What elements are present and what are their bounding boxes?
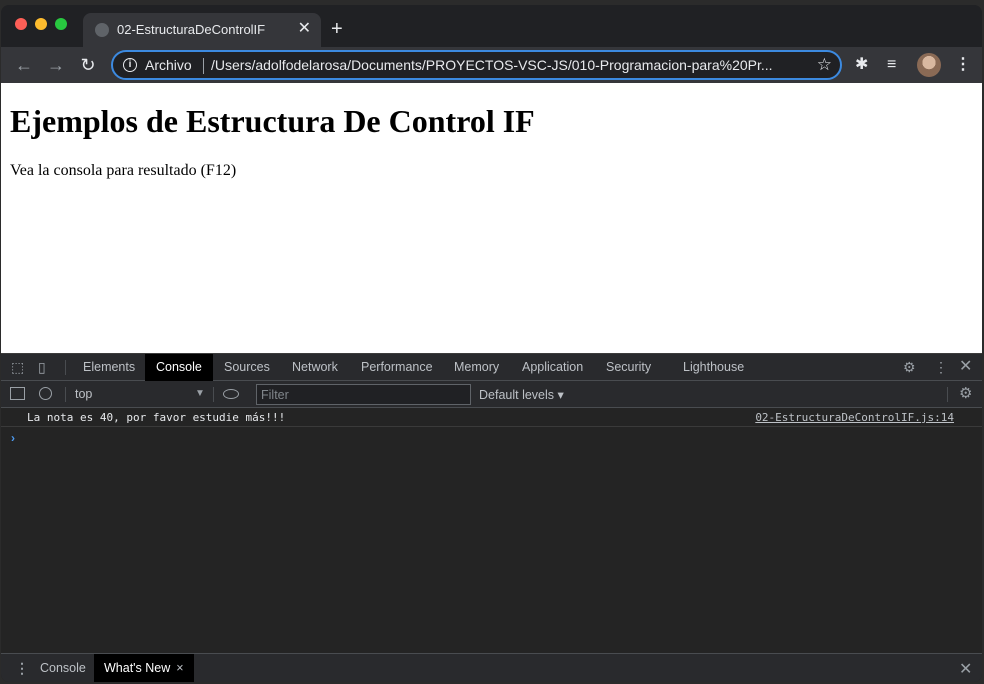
back-arrow-icon[interactable]: ← — [13, 54, 35, 76]
device-toolbar-icon[interactable]: ▯ — [38, 359, 46, 375]
more-options-icon[interactable]: ⋮ — [934, 359, 948, 375]
browser-toolbar: ← → ↻ i Archivo /Users/adolfodelarosa/Do… — [1, 47, 982, 83]
tab-elements[interactable]: Elements — [72, 354, 146, 381]
forward-arrow-icon[interactable]: → — [45, 54, 67, 76]
filter-input[interactable] — [256, 384, 471, 405]
devtools-tab-bar: ⬚ ▯ Elements Console Sources Network Per… — [1, 354, 982, 381]
toolbar-divider — [947, 387, 948, 402]
drawer-tab-console[interactable]: Console — [30, 654, 96, 682]
bookmark-star-icon[interactable]: ☆ — [817, 55, 832, 75]
page-heading: Ejemplos de Estructura De Control IF — [10, 103, 535, 139]
page-paragraph: Vea la consola para resultado (F12) — [10, 162, 237, 179]
log-source-link[interactable]: 02-EstructuraDeControlIF.js:14 — [755, 411, 954, 424]
tab-close-icon[interactable]: ✕ — [298, 19, 311, 39]
console-toolbar: top ▼ Default levels ▾ ⚙ — [1, 381, 982, 408]
address-bar[interactable]: i Archivo /Users/adolfodelarosa/Document… — [111, 50, 842, 80]
tab-lighthouse[interactable]: Lighthouse — [672, 354, 755, 381]
new-tab-icon[interactable]: + — [331, 19, 343, 39]
drawer-menu-icon[interactable]: ⋮ — [15, 660, 29, 677]
toolbar-divider — [213, 387, 214, 402]
console-prompt-icon[interactable]: › — [11, 431, 15, 445]
toolbar-divider — [65, 360, 66, 375]
drawer-tab-whats-new[interactable]: What's New × — [94, 654, 194, 682]
profile-avatar[interactable] — [917, 53, 941, 77]
tab-console[interactable]: Console — [145, 354, 213, 381]
info-icon[interactable]: i — [123, 58, 137, 72]
log-message: La nota es 40, por favor estudie más!!! — [27, 411, 286, 424]
window-maximize-button[interactable] — [55, 18, 67, 30]
window-minimize-button[interactable] — [35, 18, 47, 30]
browser-menu-icon[interactable]: ⋮ — [955, 55, 971, 75]
url-text[interactable]: /Users/adolfodelarosa/Documents/PROYECTO… — [211, 57, 803, 73]
drawer-tab-bar: ⋮ Console What's New × ✕ — [1, 653, 982, 682]
media-control-icon[interactable]: ≡ — [887, 55, 896, 75]
browser-tab[interactable]: 02-EstructuraDeControlIF ✕ — [83, 13, 321, 47]
clear-console-icon[interactable] — [39, 387, 52, 400]
sidebar-toggle-icon[interactable] — [10, 387, 25, 400]
close-devtools-icon[interactable]: ✕ — [959, 359, 972, 375]
tab-network[interactable]: Network — [281, 354, 349, 381]
live-expression-eye-icon[interactable] — [223, 389, 239, 399]
tab-application[interactable]: Application — [511, 354, 594, 381]
toolbar-divider — [65, 387, 66, 402]
extensions-icon[interactable]: ✱ — [855, 55, 868, 75]
console-settings-gear-icon[interactable]: ⚙ — [959, 386, 972, 401]
context-selector[interactable]: top — [75, 387, 92, 401]
inspect-element-icon[interactable]: ⬚ — [11, 359, 24, 375]
reload-icon[interactable]: ↻ — [77, 54, 99, 76]
close-drawer-icon[interactable]: ✕ — [959, 659, 972, 679]
gear-icon[interactable]: ⚙ — [903, 359, 916, 375]
log-levels-dropdown[interactable]: Default levels ▾ — [479, 387, 564, 402]
console-log-row: La nota es 40, por favor estudie más!!! … — [1, 408, 982, 427]
window-close-button[interactable] — [15, 18, 27, 30]
tab-memory[interactable]: Memory — [443, 354, 510, 381]
title-bar: 02-EstructuraDeControlIF ✕ + — [1, 5, 982, 47]
tab-title: 02-EstructuraDeControlIF — [117, 22, 266, 37]
tab-security[interactable]: Security — [595, 354, 662, 381]
chevron-down-icon[interactable]: ▼ — [195, 388, 205, 399]
devtools-panel: ⬚ ▯ Elements Console Sources Network Per… — [1, 353, 982, 682]
globe-icon — [95, 23, 109, 37]
drawer-tab-label: What's New — [104, 661, 171, 675]
tab-performance[interactable]: Performance — [350, 354, 444, 381]
address-divider — [203, 58, 204, 74]
tab-sources[interactable]: Sources — [213, 354, 281, 381]
drawer-tab-close-icon[interactable]: × — [176, 661, 183, 675]
scheme-label: Archivo — [145, 57, 192, 73]
page-content: Ejemplos de Estructura De Control IF Vea… — [1, 83, 982, 353]
browser-window: 02-EstructuraDeControlIF ✕ + ← → ↻ i Arc… — [1, 5, 982, 682]
